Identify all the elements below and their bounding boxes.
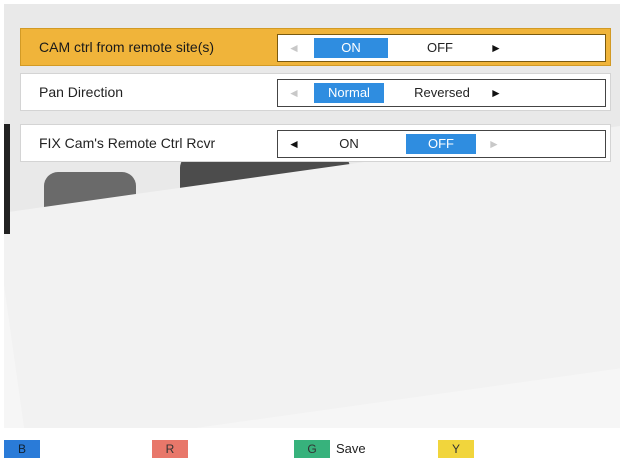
save-label: Save bbox=[336, 441, 366, 456]
yellow-key-button[interactable]: Y bbox=[438, 440, 474, 458]
left-arrow-icon[interactable]: ◄ bbox=[288, 41, 300, 55]
option-normal[interactable]: Normal bbox=[314, 83, 384, 103]
right-arrow-icon[interactable]: ► bbox=[490, 41, 502, 55]
setting-label: FIX Cam's Remote Ctrl Rcvr bbox=[39, 135, 216, 151]
blue-key-button[interactable]: B bbox=[4, 440, 40, 458]
green-key-button[interactable]: G bbox=[294, 440, 330, 458]
left-arrow-icon[interactable]: ◄ bbox=[288, 86, 300, 100]
setting-row-pan-direction[interactable]: Pan Direction ◄ Normal Reversed ► bbox=[20, 73, 611, 111]
option-on[interactable]: ON bbox=[314, 134, 384, 154]
option-selector[interactable]: ◄ Normal Reversed ► bbox=[277, 79, 606, 107]
option-off[interactable]: OFF bbox=[406, 134, 476, 154]
option-selector[interactable]: ◄ ON OFF ► bbox=[277, 130, 606, 158]
right-arrow-icon[interactable]: ► bbox=[490, 86, 502, 100]
right-arrow-icon[interactable]: ► bbox=[488, 137, 500, 151]
footer-key-bar: B R G Save Y bbox=[0, 432, 624, 458]
option-off[interactable]: OFF bbox=[410, 38, 470, 58]
option-selector[interactable]: ◄ ON OFF ► bbox=[277, 34, 606, 62]
option-on[interactable]: ON bbox=[314, 38, 388, 58]
setting-row-cam-ctrl[interactable]: CAM ctrl from remote site(s) ◄ ON OFF ► bbox=[20, 28, 611, 66]
setting-row-fix-cam-remote[interactable]: FIX Cam's Remote Ctrl Rcvr ◄ ON OFF ► bbox=[20, 124, 611, 162]
option-reversed[interactable]: Reversed bbox=[402, 83, 482, 103]
red-key-button[interactable]: R bbox=[152, 440, 188, 458]
camera-background: CAM ctrl from remote site(s) ◄ ON OFF ► … bbox=[4, 4, 620, 428]
left-arrow-icon[interactable]: ◄ bbox=[288, 137, 300, 151]
setting-label: Pan Direction bbox=[39, 84, 124, 100]
left-edge-shadow bbox=[4, 124, 10, 234]
setting-label: CAM ctrl from remote site(s) bbox=[39, 39, 215, 55]
